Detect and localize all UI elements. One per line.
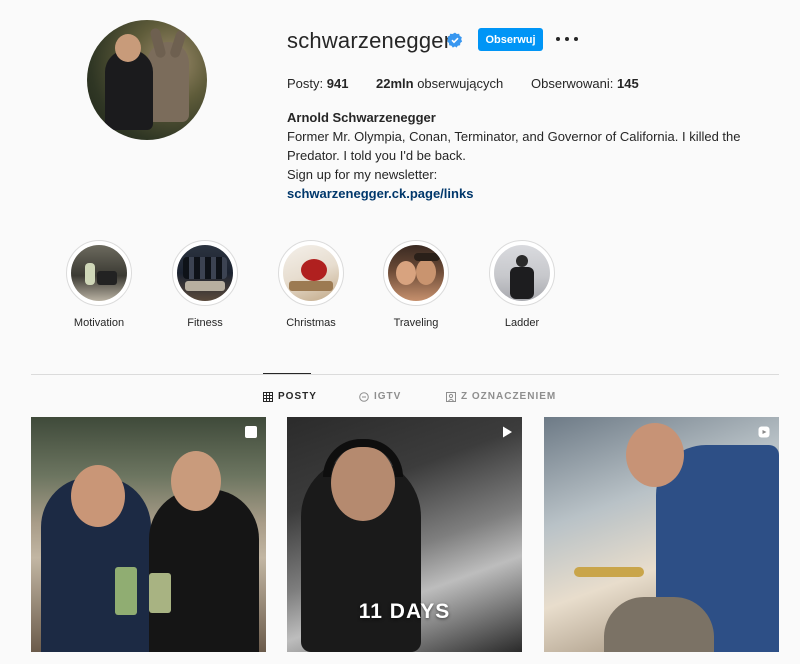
followers-stat-label: obserwujących <box>417 76 504 91</box>
highlight-cover-image <box>494 245 550 301</box>
highlight-label: Motivation <box>73 317 125 329</box>
followers-stat[interactable]: 22mln obserwujących <box>376 76 503 91</box>
more-options-icon[interactable] <box>556 30 578 48</box>
highlight-label: Ladder <box>504 317 540 329</box>
following-stat-label: Obserwowani: <box>531 76 614 91</box>
highlight-christmas[interactable]: Christmas <box>271 240 351 329</box>
following-stat[interactable]: Obserwowani: 145 <box>531 76 639 91</box>
tab-tagged[interactable]: Z OZNACZENIEM <box>446 391 556 402</box>
highlight-ring <box>278 240 344 306</box>
posts-stat: Posty: 941 <box>287 76 348 91</box>
bio-line: Sign up for my newsletter: <box>287 167 438 182</box>
highlight-cover-image <box>388 245 444 301</box>
post-person-right <box>149 489 259 652</box>
post-person-right-head <box>171 451 221 511</box>
post-person-left-head <box>71 465 125 527</box>
post-dog-shape <box>604 597 714 652</box>
highlight-ring <box>66 240 132 306</box>
highlight-cover-image <box>71 245 127 301</box>
highlight-cover-image <box>283 245 339 301</box>
tabs-divider <box>31 374 779 375</box>
highlight-ladder[interactable]: Ladder <box>482 240 562 329</box>
carousel-icon <box>245 426 257 438</box>
profile-avatar[interactable] <box>87 20 207 140</box>
profile-full-name: Arnold Schwarzenegger <box>287 110 436 125</box>
tab-igtv[interactable]: IGTV <box>359 391 401 402</box>
bio-link[interactable]: schwarzenegger.ck.page/links <box>287 184 757 203</box>
reel-icon <box>758 426 770 438</box>
tagged-icon <box>446 391 456 402</box>
igtv-icon <box>359 391 369 402</box>
bio-line: Former Mr. Olympia, Conan, Terminator, a… <box>287 129 741 144</box>
avatar-donkey-shape <box>147 42 189 122</box>
highlight-label: Christmas <box>286 317 336 329</box>
tab-label: POSTY <box>278 391 317 402</box>
bio-line: Predator. I told you I'd be back. <box>287 148 466 163</box>
avatar-person-shape <box>105 50 153 130</box>
post-thumbnail[interactable] <box>544 417 779 652</box>
post-person-head <box>626 423 684 487</box>
post-thumbnail[interactable] <box>31 417 266 652</box>
highlight-traveling[interactable]: Traveling <box>376 240 456 329</box>
highlight-motivation[interactable]: Motivation <box>59 240 139 329</box>
tab-label: IGTV <box>374 391 402 402</box>
grid-icon <box>263 391 273 402</box>
highlight-cover-image <box>177 245 233 301</box>
post-faucet-shape <box>574 567 644 577</box>
following-stat-count: 145 <box>617 76 639 91</box>
highlight-ring <box>172 240 238 306</box>
posts-stat-count: 941 <box>326 76 349 91</box>
active-tab-indicator <box>263 373 311 374</box>
avatar-head-shape <box>115 34 141 62</box>
post-drink <box>115 567 137 615</box>
verified-badge-icon <box>447 32 463 48</box>
profile-bio: Arnold Schwarzenegger Former Mr. Olympia… <box>287 108 757 203</box>
highlight-label: Traveling <box>393 317 439 329</box>
post-thumbnail[interactable]: 11 DAYS <box>287 417 522 652</box>
video-icon <box>503 426 512 438</box>
post-overlay-text: 11 DAYS <box>358 600 451 623</box>
highlight-ring <box>383 240 449 306</box>
tab-posts[interactable]: POSTY <box>263 391 317 402</box>
highlight-label: Fitness <box>187 317 223 329</box>
highlight-fitness[interactable]: Fitness <box>165 240 245 329</box>
profile-username: schwarzenegger <box>287 28 452 53</box>
highlight-ring <box>489 240 555 306</box>
tab-label: Z OZNACZENIEM <box>461 391 557 402</box>
followers-stat-count: 22mln <box>376 76 414 91</box>
follow-button[interactable]: Obserwuj <box>478 28 543 51</box>
post-drink <box>149 573 171 613</box>
posts-stat-label: Posty: <box>287 76 324 91</box>
